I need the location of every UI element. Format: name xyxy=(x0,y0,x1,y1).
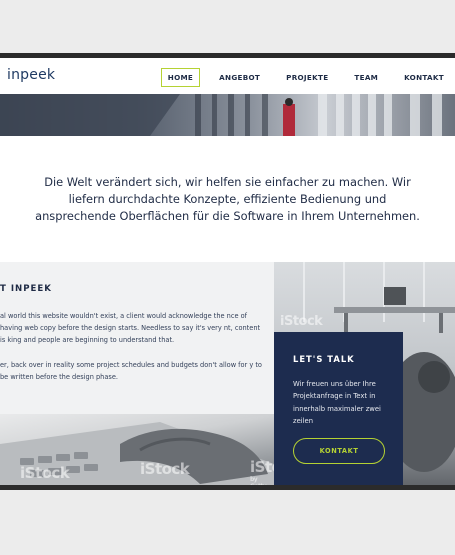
talk-title: LET'S TALK xyxy=(293,354,355,364)
website-frame: inpeek HOME ANGEBOT PROJEKTE TEAM KONTAK… xyxy=(0,53,455,490)
kontakt-button[interactable]: KONTAKT xyxy=(293,438,385,464)
nav-angebot[interactable]: ANGEBOT xyxy=(212,68,267,87)
watermark-credit: by Getty xyxy=(250,476,267,490)
nav-kontakt[interactable]: KONTAKT xyxy=(397,68,451,87)
watermark: iStock xyxy=(140,460,190,478)
nav-team[interactable]: TEAM xyxy=(347,68,385,87)
watermark: iStock xyxy=(250,458,274,476)
intro-text: Die Welt verändert sich, wir helfen sie … xyxy=(35,174,420,223)
about-section: T INPEEK al world this website wouldn't … xyxy=(0,262,274,414)
talk-text: Wir freuen uns über Ihre Projektanfrage … xyxy=(293,380,381,426)
lets-talk-card: LET'S TALK Wir freuen uns über Ihre Proj… xyxy=(274,332,403,485)
nav-projekte[interactable]: PROJEKTE xyxy=(279,68,335,87)
main-nav: HOME ANGEBOT PROJEKTE TEAM KONTAKT xyxy=(149,68,451,87)
hero-image xyxy=(0,94,455,136)
about-paragraph-2: er, back over in reality some project sc… xyxy=(0,361,262,382)
nav-home[interactable]: HOME xyxy=(160,68,201,87)
about-title: T INPEEK xyxy=(0,284,52,294)
site-header: inpeek HOME ANGEBOT PROJEKTE TEAM KONTAK… xyxy=(0,58,455,94)
watermark: iStock xyxy=(20,464,70,482)
watermark: iStock xyxy=(280,314,323,329)
building-facade-illustration xyxy=(0,94,442,136)
intro-section: Die Welt verändert sich, wir helfen sie … xyxy=(0,136,455,262)
keyboard-photo: iStock iStock iStock by Getty xyxy=(0,414,274,490)
logo[interactable]: inpeek xyxy=(7,67,55,83)
about-paragraph-1: al world this website wouldn't exist, a … xyxy=(0,312,261,345)
